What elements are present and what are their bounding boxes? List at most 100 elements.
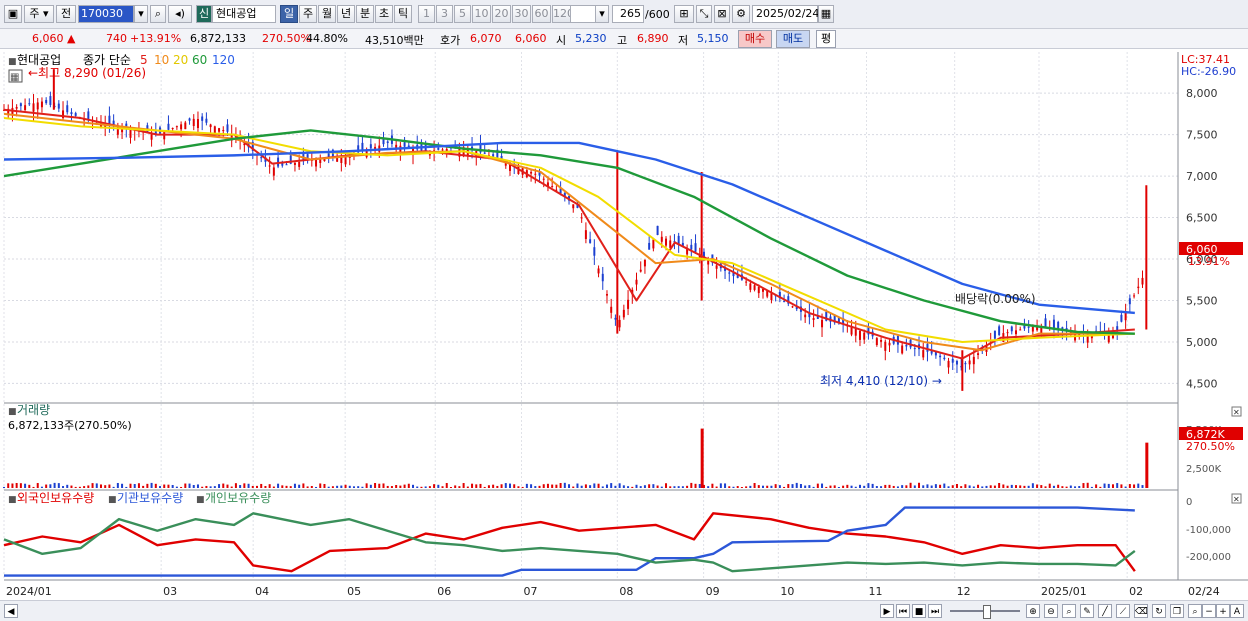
eraser-icon[interactable]: ⌫ <box>1134 604 1148 618</box>
zoom-out-icon[interactable]: ⊖ <box>1044 604 1058 618</box>
time-scrollbar[interactable]: ◀ ▶ ⏮ ■ ⏭ ⊕ ⊖ ⌕ ✎ ╱ ⟋ ⌫ ↻ ❐ ⌕ − + A <box>0 600 1248 621</box>
volume-bar <box>880 486 883 488</box>
rewind-icon[interactable]: ⏮ <box>896 604 910 618</box>
minute-button-3[interactable]: 3 <box>436 5 453 23</box>
volume-bar <box>631 486 634 488</box>
minute-button-10[interactable]: 10 <box>472 5 491 23</box>
candle-body <box>593 247 596 256</box>
date-input[interactable]: 2025/02/24 <box>752 5 819 23</box>
volume-bar <box>466 486 469 488</box>
volume-bar <box>896 486 899 488</box>
volume-bar <box>239 485 242 488</box>
volume-bar <box>1015 485 1017 488</box>
time-tick: 12 <box>957 585 971 598</box>
compare-icon[interactable]: ⊠ <box>714 5 730 23</box>
font-size-icon[interactable]: A <box>1230 604 1244 618</box>
legend-stock-name: 현대공업 <box>17 53 61 67</box>
trend-tool-icon[interactable]: ⟋ <box>1116 604 1130 618</box>
period-button-1[interactable]: 주 <box>299 5 317 23</box>
magnifier-icon[interactable]: ⌕ <box>1062 604 1076 618</box>
settings-icon[interactable]: ⚙ <box>732 5 750 23</box>
sell-button[interactable]: 매도 <box>776 30 810 48</box>
search-chart-icon[interactable]: ⌕ <box>1188 604 1202 618</box>
volume-bar <box>686 485 689 488</box>
zoom-slider-handle[interactable] <box>983 605 991 619</box>
minute-button-1[interactable]: 1 <box>418 5 435 23</box>
minus-icon[interactable]: − <box>1202 604 1216 618</box>
volume-bar <box>530 484 533 488</box>
volume-bar <box>348 485 351 488</box>
code-dropdown-icon[interactable]: ▾ <box>134 5 148 23</box>
minute-button-20[interactable]: 20 <box>492 5 511 23</box>
scroll-left-icon[interactable]: ◀ <box>4 604 18 618</box>
period-button-2[interactable]: 월 <box>318 5 336 23</box>
line-tool-icon[interactable]: ╱ <box>1098 604 1112 618</box>
window-icon[interactable]: ▣ <box>4 5 22 23</box>
candle-body <box>24 105 27 111</box>
plus-icon[interactable]: + <box>1216 604 1230 618</box>
period-button-3[interactable]: 년 <box>337 5 355 23</box>
avg-button[interactable]: 평 <box>816 30 836 48</box>
close-icon-glyph: ✕ <box>1233 495 1240 504</box>
candle-body <box>1124 312 1127 321</box>
volume-bar <box>1048 483 1051 488</box>
volume-bar <box>78 486 81 488</box>
minute-button-30[interactable]: 30 <box>512 5 531 23</box>
volume-bar <box>715 486 718 488</box>
period-select-label: 주 <box>29 7 40 20</box>
volume-bar <box>677 486 680 488</box>
candle-body <box>977 353 980 355</box>
count-input[interactable]: 265 <box>612 5 644 23</box>
copy-icon[interactable]: ❐ <box>1170 604 1184 618</box>
high-label: 고 <box>617 34 628 47</box>
candle-body <box>441 149 444 151</box>
minute-dropdown-icon[interactable]: ▾ <box>595 5 609 23</box>
toolbar: ▣ 주 ▾ 전 170030 ▾ ⌕ ◂) 신 현대공업 일주월년분초틱 135… <box>0 0 1248 29</box>
minute-button-60[interactable]: 60 <box>532 5 551 23</box>
volume-bar <box>1031 483 1034 488</box>
period-button-6[interactable]: 틱 <box>394 5 412 23</box>
volume-bar <box>774 484 777 488</box>
grid-icon[interactable]: ⊞ <box>674 5 694 23</box>
buy-button[interactable]: 매수 <box>738 30 772 48</box>
volume-bar <box>243 483 246 488</box>
refresh-icon[interactable]: ↻ <box>1152 604 1166 618</box>
search-icon[interactable]: ⌕ <box>150 5 166 23</box>
draw-icon[interactable]: ✎ <box>1080 604 1094 618</box>
candle-body <box>201 116 204 121</box>
candle-body <box>70 112 73 115</box>
candle-body <box>635 279 638 285</box>
volume-bar <box>597 483 600 488</box>
volume-tag-pct: 270.50% <box>1186 440 1235 453</box>
forward-icon[interactable]: ⏭ <box>928 604 942 618</box>
zoom-in-icon[interactable]: ⊕ <box>1026 604 1040 618</box>
calendar-icon[interactable]: ▦ <box>818 5 834 23</box>
volume-bar <box>960 486 963 488</box>
legend-ma10: 10 <box>154 53 169 67</box>
low-price: 5,150 <box>697 32 729 45</box>
volume-bar <box>159 486 162 488</box>
price-chart[interactable]: 4,5005,0005,5006,0006,5007,0007,5008,000… <box>0 50 1248 601</box>
period-button-5[interactable]: 초 <box>375 5 393 23</box>
volume-bar <box>546 483 549 488</box>
period-button-4[interactable]: 분 <box>356 5 374 23</box>
volume-bar <box>1061 486 1064 488</box>
candle-body <box>1141 277 1144 285</box>
play-icon[interactable]: ▶ <box>880 604 894 618</box>
volume-bar <box>509 483 511 488</box>
time-tick: 09 <box>706 585 720 598</box>
minute-button-5[interactable]: 5 <box>454 5 471 23</box>
stop-icon[interactable]: ■ <box>912 604 926 618</box>
stock-name-field[interactable]: 현대공업 <box>212 5 276 23</box>
period-button-0[interactable]: 일 <box>280 5 298 23</box>
crosshair-icon[interactable]: ⤡ <box>696 5 712 23</box>
prev-button[interactable]: 전 <box>56 5 76 23</box>
time-tick: 10 <box>780 585 794 598</box>
volume-bar <box>310 485 313 488</box>
candle-body <box>850 327 853 335</box>
speaker-icon[interactable]: ◂) <box>168 5 192 23</box>
period-select[interactable]: 주 ▾ <box>24 5 54 23</box>
volume-bar <box>1078 486 1081 488</box>
candle-body <box>694 243 697 252</box>
stock-code-input[interactable]: 170030 <box>78 5 134 23</box>
